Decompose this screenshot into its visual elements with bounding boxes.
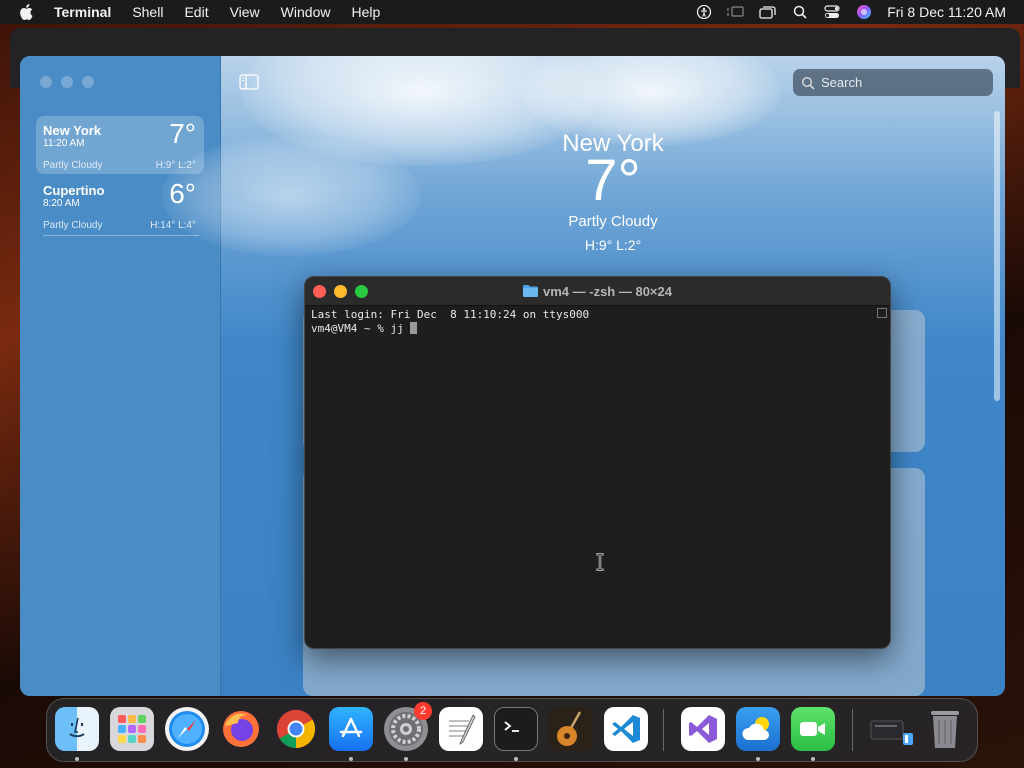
facetime-icon bbox=[800, 722, 825, 736]
dock-finder[interactable] bbox=[55, 707, 99, 751]
app-store-icon bbox=[339, 717, 363, 738]
terminal-titlebar[interactable]: vm4 — -zsh — 80×24 bbox=[305, 277, 890, 306]
dock: 2 bbox=[46, 698, 978, 762]
dock-downloads[interactable] bbox=[869, 707, 913, 751]
chrome-icon bbox=[276, 709, 316, 749]
terminal-icon bbox=[504, 721, 519, 732]
dock-separator bbox=[663, 709, 664, 751]
running-indicator bbox=[756, 757, 760, 761]
search-field[interactable]: Search bbox=[793, 69, 993, 96]
control-center-icon[interactable] bbox=[823, 4, 841, 20]
window-controls-inactive[interactable] bbox=[40, 76, 94, 88]
dock-firefox[interactable] bbox=[219, 707, 263, 751]
menu-edit[interactable]: Edit bbox=[184, 4, 208, 20]
current-temp: 7° bbox=[585, 148, 641, 213]
firefox-icon bbox=[223, 711, 259, 747]
terminal-window[interactable]: vm4 — -zsh — 80×24 Last login: Fri Dec 8… bbox=[304, 276, 891, 649]
terminal-line: vm4@VM4 ~ % jj bbox=[311, 322, 411, 335]
menu-bar: Terminal Shell Edit View Window Help Fri… bbox=[0, 0, 1024, 24]
current-hilo: H:9° L:2° bbox=[584, 237, 642, 253]
running-indicator bbox=[514, 757, 518, 761]
dock-launchpad[interactable] bbox=[110, 707, 154, 751]
menu-app-name[interactable]: Terminal bbox=[54, 4, 111, 20]
dock-separator bbox=[852, 709, 853, 751]
folder-icon bbox=[523, 285, 538, 297]
minimize-button[interactable] bbox=[334, 285, 347, 298]
dock-app-store[interactable] bbox=[329, 707, 373, 751]
city-time: 8:20 AM bbox=[43, 198, 80, 209]
running-indicator bbox=[75, 757, 79, 761]
terminal-scroll-indicator[interactable] bbox=[877, 308, 887, 318]
weather-sidebar: New York 11:20 AM 7° Partly Cloudy H:9° … bbox=[20, 56, 221, 696]
launchpad-icon bbox=[118, 715, 146, 743]
search-placeholder: Search bbox=[821, 75, 863, 90]
visual-studio-icon bbox=[689, 715, 717, 743]
accessibility-icon[interactable] bbox=[695, 4, 713, 20]
textedit-icon bbox=[449, 714, 476, 745]
search-icon bbox=[801, 76, 815, 90]
safari-icon bbox=[169, 711, 205, 747]
city-time: 11:20 AM bbox=[43, 138, 85, 149]
city-name: New York bbox=[43, 123, 102, 138]
screen-mirroring-icon[interactable] bbox=[727, 4, 745, 20]
notification-badge: 2 bbox=[414, 702, 432, 720]
spotlight-search-icon[interactable] bbox=[791, 4, 809, 20]
stage-manager-icon[interactable] bbox=[759, 4, 777, 20]
apple-menu-icon[interactable] bbox=[18, 3, 34, 21]
menu-window[interactable]: Window bbox=[281, 4, 331, 20]
menu-view[interactable]: View bbox=[230, 4, 260, 20]
dock-safari[interactable] bbox=[165, 707, 209, 751]
close-button[interactable] bbox=[313, 285, 326, 298]
terminal-title: vm4 — -zsh — 80×24 bbox=[543, 283, 672, 299]
city-temp: 7° bbox=[169, 118, 196, 149]
dock-trash[interactable] bbox=[923, 707, 967, 751]
finder-icon bbox=[69, 717, 85, 738]
dock-system-settings[interactable]: 2 bbox=[384, 702, 432, 751]
menu-shell[interactable]: Shell bbox=[132, 4, 163, 20]
ibeam-cursor-icon bbox=[595, 552, 605, 572]
dock-facetime[interactable] bbox=[791, 707, 835, 751]
menu-help[interactable]: Help bbox=[351, 4, 380, 20]
zoom-button[interactable] bbox=[355, 285, 368, 298]
guitar-icon bbox=[557, 711, 582, 746]
running-indicator bbox=[811, 757, 815, 761]
dock-terminal[interactable] bbox=[494, 707, 538, 751]
dock-visual-studio[interactable] bbox=[681, 707, 725, 751]
current-condition: Partly Cloudy bbox=[568, 213, 658, 230]
running-indicator bbox=[404, 757, 408, 761]
terminal-prompt-line: vm4@VM4 ~ % jj bbox=[311, 322, 884, 336]
city-name: Cupertino bbox=[43, 183, 105, 198]
scrollbar[interactable] bbox=[994, 111, 1000, 401]
downloads-stack-icon bbox=[870, 720, 913, 745]
trash-icon bbox=[931, 711, 959, 748]
vscode-icon bbox=[612, 715, 640, 743]
terminal-output[interactable]: Last login: Fri Dec 8 11:10:24 on ttys00… bbox=[305, 306, 890, 338]
dock-chrome[interactable] bbox=[274, 707, 318, 751]
city-condition: Partly Cloudy bbox=[43, 160, 103, 171]
sidebar-divider bbox=[43, 235, 199, 236]
siri-icon[interactable] bbox=[855, 4, 873, 20]
text-cursor bbox=[410, 322, 418, 334]
dock-vscode[interactable] bbox=[604, 707, 648, 751]
sidebar-toggle-icon[interactable] bbox=[239, 74, 259, 90]
running-indicator bbox=[349, 757, 353, 761]
dock-garageband[interactable] bbox=[549, 707, 593, 751]
city-condition: Partly Cloudy bbox=[43, 220, 103, 231]
dock-weather[interactable] bbox=[736, 707, 780, 751]
weather-icon bbox=[742, 717, 769, 740]
dock-textedit[interactable] bbox=[439, 707, 483, 751]
window-controls bbox=[313, 285, 368, 298]
terminal-line: Last login: Fri Dec 8 11:10:24 on ttys00… bbox=[311, 308, 590, 321]
menu-bar-clock[interactable]: Fri 8 Dec 11:20 AM bbox=[887, 4, 1006, 20]
